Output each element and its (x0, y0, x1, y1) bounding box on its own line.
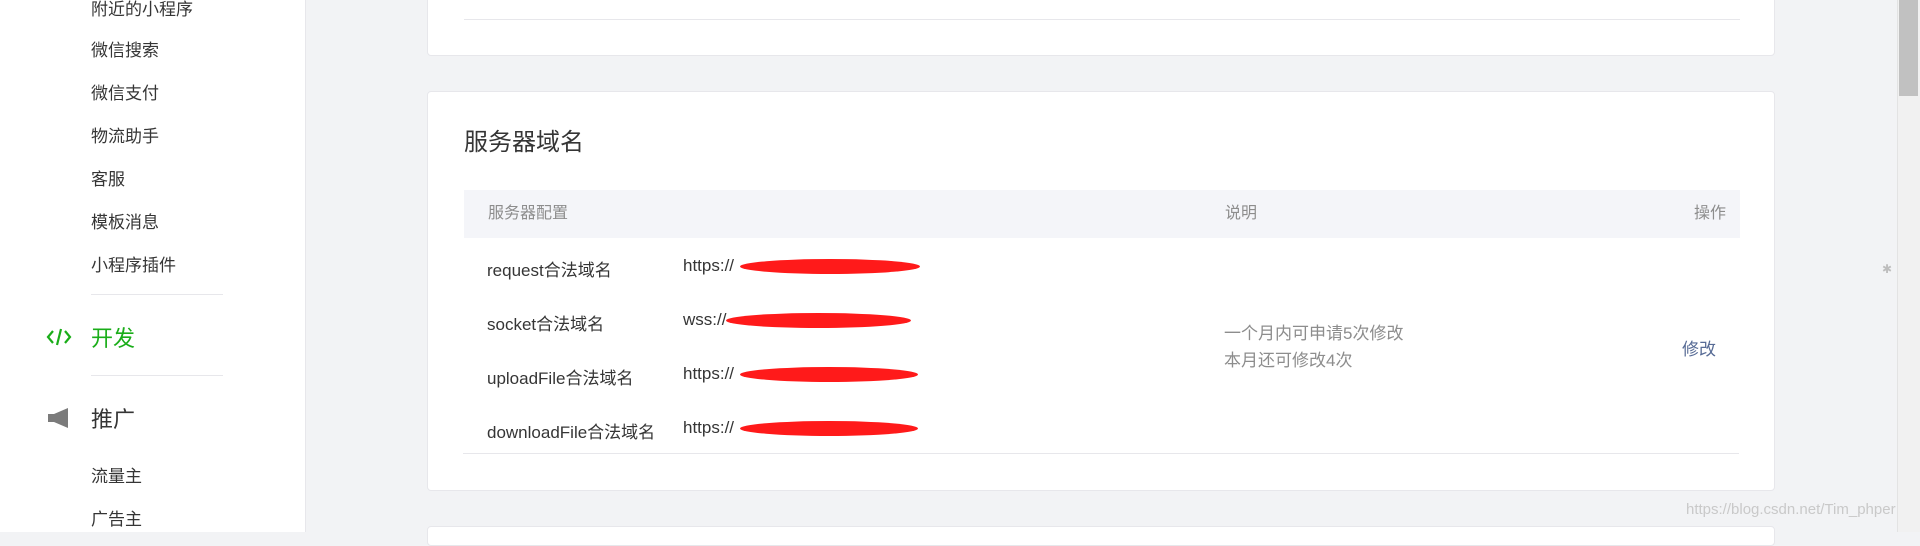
sidebar-item-advertiser[interactable]: 广告主 (91, 510, 142, 530)
row-url-request: https:// (683, 256, 735, 275)
row-url-socket: wss:// (683, 310, 727, 329)
modify-link[interactable]: 修改 (1682, 335, 1716, 360)
row-url-downloadfile: https:// (683, 418, 735, 437)
description-line-2: 本月还可修改4次 (1224, 351, 1353, 370)
pin-icon: ✱ (1882, 262, 1893, 276)
redaction-mark (740, 421, 918, 436)
code-icon (45, 323, 73, 351)
column-header-description: 说明 (1225, 205, 1258, 222)
row-label-request: request合法域名 (487, 261, 612, 280)
next-section-card (427, 526, 1775, 546)
sidebar-section-develop-label: 开发 (91, 326, 136, 351)
sidebar-section-promotion-label: 推广 (91, 407, 136, 432)
watermark: https://blog.csdn.net/Tim_phper (1686, 501, 1896, 518)
sidebar-item-wechat-search[interactable]: 微信搜索 (91, 41, 159, 61)
sidebar-divider (91, 375, 223, 376)
section-title: 服务器域名 (464, 129, 584, 156)
previous-section-card (427, 0, 1775, 56)
sidebar-item-template-message[interactable]: 模板消息 (91, 213, 159, 233)
row-url-uploadfile: https:// (683, 364, 735, 383)
description-line-1: 一个月内可申请5次修改 (1224, 324, 1404, 343)
sidebar-item-nearby-miniprogram[interactable]: 附近的小程序 (91, 0, 193, 20)
sidebar-item-customer-service[interactable]: 客服 (91, 170, 125, 190)
sidebar-item-logistics[interactable]: 物流助手 (91, 127, 159, 147)
redaction-mark (726, 313, 911, 328)
table-header: 服务器配置 说明 操作 (464, 190, 1740, 238)
redaction-mark (740, 259, 920, 274)
row-label-uploadfile: uploadFile合法域名 (487, 369, 634, 388)
sidebar-item-plugins[interactable]: 小程序插件 (91, 256, 176, 276)
row-label-downloadfile: downloadFile合法域名 (487, 423, 656, 442)
sidebar-section-develop[interactable]: 开发 (45, 322, 135, 352)
sidebar: 附近的小程序 微信搜索 微信支付 物流助手 客服 模板消息 小程序插件 开发 推… (0, 0, 306, 532)
column-header-config: 服务器配置 (488, 205, 569, 222)
column-header-action: 操作 (1694, 205, 1727, 222)
sidebar-item-traffic-owner[interactable]: 流量主 (91, 467, 142, 487)
sidebar-divider (91, 294, 223, 295)
table-bottom-divider (463, 453, 1739, 454)
megaphone-icon (45, 404, 73, 432)
scrollbar-thumb[interactable] (1899, 0, 1918, 96)
row-label-socket: socket合法域名 (487, 315, 605, 334)
sidebar-section-promotion[interactable]: 推广 (45, 403, 135, 433)
redaction-mark (740, 367, 918, 382)
sidebar-item-wechat-pay[interactable]: 微信支付 (91, 84, 159, 104)
card-divider (464, 19, 1740, 20)
description-text: 一个月内可申请5次修改 本月还可修改4次 (1224, 320, 1403, 374)
